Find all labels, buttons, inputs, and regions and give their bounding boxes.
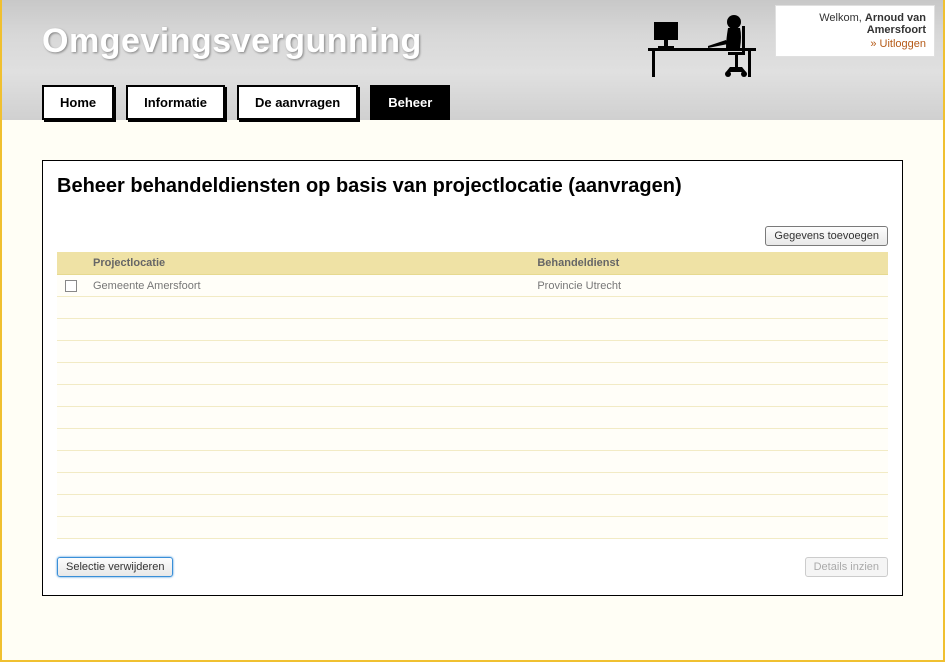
main-nav: Home Informatie De aanvragen Beheer <box>42 85 450 120</box>
empty-cell <box>57 473 85 495</box>
empty-cell <box>57 363 85 385</box>
empty-cell <box>85 429 529 451</box>
cell-projectlocatie: Gemeente Amersfoort <box>85 275 529 297</box>
empty-cell <box>57 385 85 407</box>
empty-cell <box>529 385 888 407</box>
table-row-empty <box>57 341 888 363</box>
welcome-prefix: Welkom, <box>819 12 865 24</box>
data-table: Projectlocatie Behandeldienst Gemeente A… <box>57 252 888 539</box>
content-area: Beheer behandeldiensten op basis van pro… <box>2 120 943 616</box>
table-row-empty <box>57 297 888 319</box>
logout-link[interactable]: Uitloggen <box>784 38 926 50</box>
col-header-checkbox <box>57 252 85 275</box>
table-row-empty <box>57 451 888 473</box>
panel-title: Beheer behandeldiensten op basis van pro… <box>57 175 888 198</box>
empty-cell <box>57 319 85 341</box>
empty-cell <box>85 451 529 473</box>
empty-cell <box>57 451 85 473</box>
col-header-projectlocatie: Projectlocatie <box>85 252 529 275</box>
empty-cell <box>529 297 888 319</box>
tab-home[interactable]: Home <box>42 85 114 120</box>
empty-cell <box>57 429 85 451</box>
empty-cell <box>85 319 529 341</box>
empty-cell <box>85 407 529 429</box>
header-banner: Omgevingsvergunning <box>2 0 943 120</box>
table-row-empty <box>57 517 888 539</box>
row-checkbox[interactable] <box>65 280 77 292</box>
empty-cell <box>529 407 888 429</box>
col-header-behandeldienst: Behandeldienst <box>529 252 888 275</box>
tab-de-aanvragen[interactable]: De aanvragen <box>237 85 358 120</box>
table-row-empty <box>57 319 888 341</box>
empty-cell <box>529 429 888 451</box>
desk-person-icon <box>648 10 768 80</box>
add-data-button[interactable]: Gegevens toevoegen <box>765 226 888 246</box>
empty-cell <box>57 297 85 319</box>
table-row[interactable]: Gemeente AmersfoortProvincie Utrecht <box>57 275 888 297</box>
panel-toolbar-top: Gegevens toevoegen <box>57 226 888 246</box>
table-row-empty <box>57 407 888 429</box>
empty-cell <box>529 363 888 385</box>
table-row-empty <box>57 473 888 495</box>
delete-selection-button[interactable]: Selectie verwijderen <box>57 557 173 577</box>
empty-cell <box>57 341 85 363</box>
empty-cell <box>57 517 85 539</box>
empty-cell <box>85 473 529 495</box>
view-details-button[interactable]: Details inzien <box>805 557 888 577</box>
username: Arnoud van Amersfoort <box>865 12 926 36</box>
table-row-empty <box>57 385 888 407</box>
empty-cell <box>529 473 888 495</box>
empty-cell <box>529 319 888 341</box>
empty-cell <box>85 385 529 407</box>
empty-cell <box>529 341 888 363</box>
empty-cell <box>529 451 888 473</box>
empty-cell <box>57 495 85 517</box>
empty-cell <box>529 517 888 539</box>
panel-footer: Selectie verwijderen Details inzien <box>57 557 888 577</box>
table-row-empty <box>57 495 888 517</box>
table-row-empty <box>57 363 888 385</box>
table-body: Gemeente AmersfoortProvincie Utrecht <box>57 275 888 539</box>
user-info-box: Welkom, Arnoud van Amersfoort Uitloggen <box>775 5 935 57</box>
empty-cell <box>85 495 529 517</box>
empty-cell <box>85 297 529 319</box>
main-panel: Beheer behandeldiensten op basis van pro… <box>42 160 903 596</box>
app-title: Omgevingsvergunning <box>42 22 422 61</box>
empty-cell <box>57 407 85 429</box>
tab-beheer[interactable]: Beheer <box>370 85 450 120</box>
empty-cell <box>85 517 529 539</box>
cell-behandeldienst: Provincie Utrecht <box>529 275 888 297</box>
row-checkbox-cell <box>57 275 85 297</box>
tab-informatie[interactable]: Informatie <box>126 85 225 120</box>
empty-cell <box>85 341 529 363</box>
empty-cell <box>529 495 888 517</box>
table-row-empty <box>57 429 888 451</box>
empty-cell <box>85 363 529 385</box>
